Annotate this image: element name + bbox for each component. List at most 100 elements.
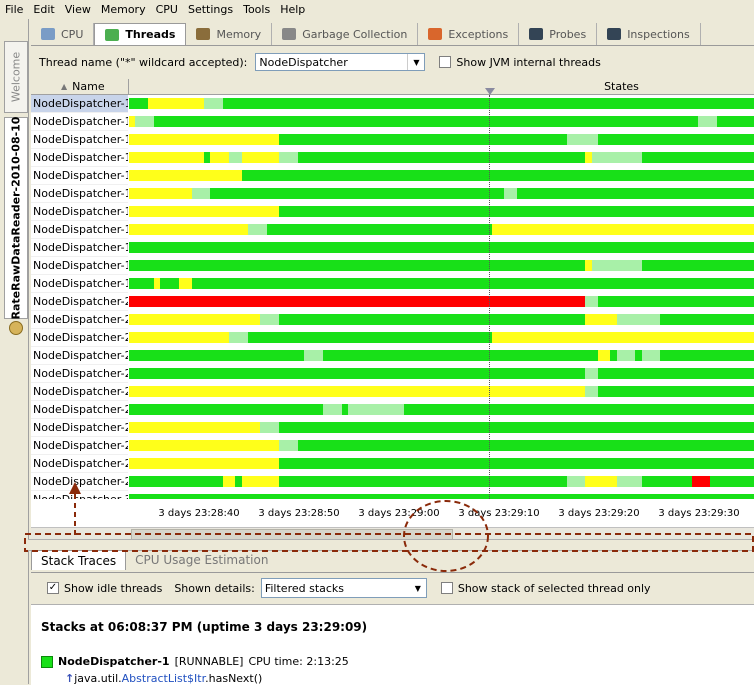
thread-state-track[interactable] (129, 476, 754, 487)
thread-state-track[interactable] (129, 440, 754, 451)
thread-state-segment (129, 404, 323, 415)
thread-state-segment (192, 278, 754, 289)
exceptions-icon (428, 28, 442, 40)
thread-state-track[interactable] (129, 242, 754, 253)
menu-memory[interactable]: Memory (96, 3, 151, 16)
thread-state-track[interactable] (129, 170, 754, 181)
selected-only-checkbox[interactable] (441, 582, 453, 594)
thread-state-track[interactable] (129, 350, 754, 361)
thread-row-name[interactable]: NodeDispatcher-20 (31, 311, 128, 329)
show-internal-checkbox[interactable] (439, 56, 451, 68)
menu-settings[interactable]: Settings (183, 3, 238, 16)
thread-row-name[interactable]: NodeDispatcher-16 (31, 221, 128, 239)
thread-row-name[interactable]: NodeDispatcher-13 (31, 167, 128, 185)
tab-cpu-usage-estimation[interactable]: CPU Usage Estimation (126, 550, 277, 570)
thread-row-name[interactable]: NodeDispatcher-22 (31, 347, 128, 365)
thread-state-segment (660, 314, 754, 325)
thread-row-name[interactable]: NodeDispatcher-14 (31, 185, 128, 203)
tab-memory[interactable]: Memory (186, 23, 272, 45)
welcome-tab[interactable]: Welcome (4, 41, 28, 113)
thread-state-segment (504, 188, 517, 199)
thread-state-segment (517, 188, 754, 199)
thread-row-name[interactable]: NodeDispatcher-2 (31, 293, 128, 311)
states-column-header[interactable]: States (129, 79, 754, 95)
frame-class[interactable]: AbstractList$Itr (122, 672, 205, 685)
show-idle-checkbox[interactable]: ✓ (47, 582, 59, 594)
stack-frame[interactable]: ↑java.util.AbstractList$Itr.hasNext() (65, 672, 262, 685)
thread-state-segment (248, 332, 492, 343)
thread-state-track[interactable] (129, 116, 754, 127)
thread-state-track[interactable] (129, 296, 754, 307)
menu-bar: FileEditViewMemoryCPUSettingsToolsHelp (0, 0, 754, 19)
thread-state-track[interactable] (129, 368, 754, 379)
time-marker-icon[interactable] (485, 88, 495, 95)
thread-state-segment (348, 404, 404, 415)
thread-row-name[interactable]: NodeDispatcher-21 (31, 329, 128, 347)
session-tab[interactable]: RateRawDataReader-2010-08-10 (4, 117, 28, 319)
thread-state-track[interactable] (129, 332, 754, 343)
thread-state-segment (129, 368, 585, 379)
stack-thread-name: NodeDispatcher-1 (58, 655, 170, 668)
thread-state-track[interactable] (129, 458, 754, 469)
tab-exceptions[interactable]: Exceptions (418, 23, 519, 45)
tab-inspections[interactable]: Inspections (597, 23, 701, 45)
tab-probes[interactable]: Probes (519, 23, 597, 45)
thread-state-track[interactable] (129, 224, 754, 235)
tab-cpu[interactable]: CPU (31, 23, 94, 45)
thread-row-name[interactable]: NodeDispatcher-25 (31, 401, 128, 419)
shown-details-select[interactable]: Filtered stacks ▼ (261, 578, 427, 598)
thread-state-track[interactable] (129, 152, 754, 163)
tab-stack-traces[interactable]: Stack Traces (31, 550, 126, 570)
thread-row-name[interactable]: NodeDispatcher-23 (31, 365, 128, 383)
chevron-down-icon[interactable]: ▼ (407, 54, 424, 70)
thread-state-track[interactable] (129, 188, 754, 199)
thread-state-track[interactable] (129, 422, 754, 433)
thread-row-name[interactable]: NodeDispatcher-12 (31, 149, 128, 167)
arrow-up-icon: ↑ (65, 672, 74, 685)
thread-state-track[interactable] (129, 98, 754, 109)
chevron-down-icon[interactable]: ▼ (410, 580, 426, 596)
menu-cpu[interactable]: CPU (151, 3, 183, 16)
thread-state-track[interactable] (129, 386, 754, 397)
thread-state-track[interactable] (129, 206, 754, 217)
thread-row-name[interactable]: NodeDispatcher-28 (31, 455, 128, 473)
thread-row-name[interactable]: NodeDispatcher-18 (31, 257, 128, 275)
thread-state-track[interactable] (129, 260, 754, 271)
thread-state-segment (260, 422, 279, 433)
stack-thread-row[interactable]: NodeDispatcher-1 [RUNNABLE] CPU time: 2:… (41, 655, 349, 668)
thread-row-name[interactable]: NodeDispatcher-3 (31, 491, 128, 499)
thread-row-name[interactable]: NodeDispatcher-19 (31, 275, 128, 293)
menu-file[interactable]: File (0, 3, 28, 16)
thread-name-input[interactable]: NodeDispatcher ▼ (255, 53, 425, 71)
thread-state-segment (129, 188, 192, 199)
thread-row-name[interactable]: NodeDispatcher-11 (31, 131, 128, 149)
thread-row-name[interactable]: NodeDispatcher-24 (31, 383, 128, 401)
tab-threads[interactable]: Threads (94, 23, 186, 45)
thread-row-name[interactable]: NodeDispatcher-15 (31, 203, 128, 221)
thread-row-name[interactable]: NodeDispatcher-10 (31, 113, 128, 131)
thread-state-segment (242, 476, 280, 487)
thread-state-segment (642, 350, 661, 361)
thread-state-track[interactable] (129, 404, 754, 415)
menu-edit[interactable]: Edit (28, 3, 59, 16)
menu-view[interactable]: View (60, 3, 96, 16)
thread-row-name[interactable]: NodeDispatcher-1 (31, 95, 128, 113)
thread-row-name[interactable]: NodeDispatcher-27 (31, 437, 128, 455)
name-column-label: Name (72, 80, 104, 93)
name-column-header[interactable]: ▲ Name (31, 79, 129, 95)
menu-help[interactable]: Help (275, 3, 310, 16)
thread-state-track[interactable] (129, 278, 754, 289)
thread-state-track[interactable] (129, 314, 754, 325)
cpu-icon (41, 28, 55, 40)
thread-state-segment (585, 476, 616, 487)
stack-header: Stacks at 06:08:37 PM (uptime 3 days 23:… (41, 620, 367, 634)
thread-row-name[interactable]: NodeDispatcher-17 (31, 239, 128, 257)
time-tick-label: 3 days 23:29:20 (558, 508, 639, 519)
thread-row-name[interactable]: NodeDispatcher-29 (31, 473, 128, 491)
tab-label: Memory (216, 28, 261, 41)
thread-state-segment (298, 152, 586, 163)
tab-garbage-collection[interactable]: Garbage Collection (272, 23, 418, 45)
menu-tools[interactable]: Tools (238, 3, 275, 16)
thread-row-name[interactable]: NodeDispatcher-26 (31, 419, 128, 437)
thread-state-track[interactable] (129, 134, 754, 145)
